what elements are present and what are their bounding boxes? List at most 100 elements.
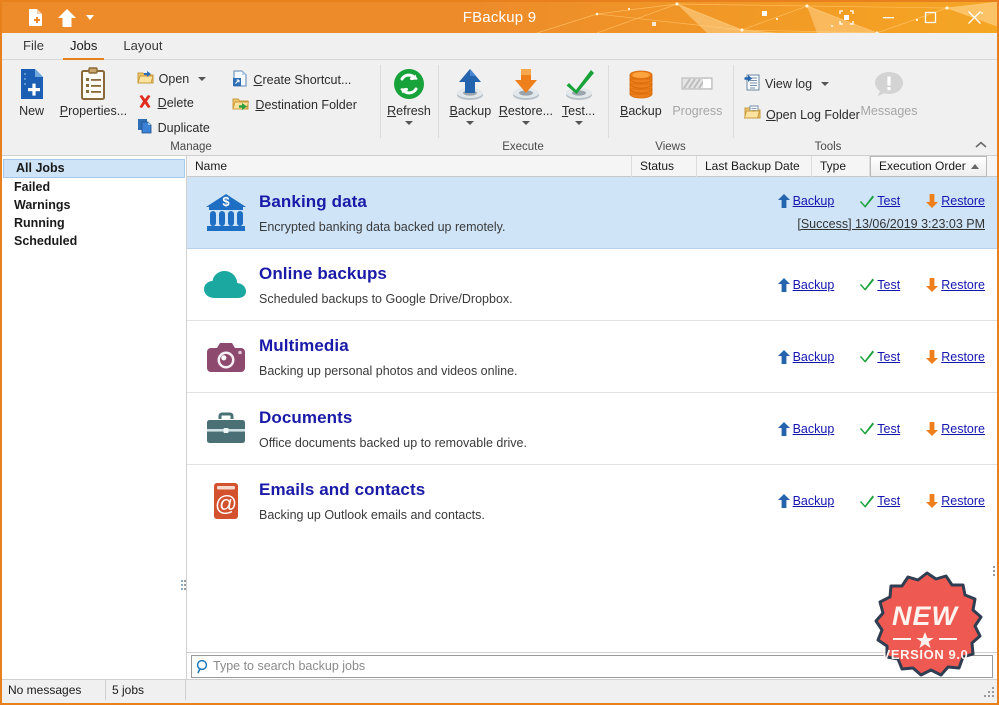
close-icon[interactable] <box>951 2 997 33</box>
main-area: All Jobs Failed Warnings Running Schedul… <box>2 155 997 679</box>
chevron-down-icon[interactable] <box>466 121 475 125</box>
job-restore-action[interactable]: Restore <box>926 277 985 292</box>
chevron-down-icon[interactable] <box>521 121 530 125</box>
job-test-action[interactable]: Test <box>860 422 900 436</box>
new-button[interactable]: New <box>8 64 55 118</box>
ribbon: New Properties... Open Delete Duplicate … <box>2 60 997 156</box>
job-restore-label: Restore <box>941 349 985 364</box>
expand-icon[interactable] <box>825 2 867 33</box>
job-text: Online backups Scheduled backups to Goog… <box>255 263 727 307</box>
check-icon <box>860 350 875 363</box>
column-header-last-backup-date[interactable]: Last Backup Date <box>697 155 812 177</box>
chevron-down-icon[interactable] <box>574 121 583 125</box>
job-description: Encrypted banking data backed up remotel… <box>259 219 506 234</box>
up-arrow-icon <box>777 349 790 364</box>
views-progress-label: Progress <box>672 104 723 118</box>
properties-button-label: Properties... <box>59 104 128 118</box>
job-last-backup[interactable]: [Success] 13/06/2019 3:23:03 PM <box>727 217 985 231</box>
job-title[interactable]: Banking data <box>259 191 727 213</box>
tab-file[interactable]: File <box>10 33 57 59</box>
job-description: Backing up Outlook emails and contacts. <box>259 508 485 522</box>
job-restore-action[interactable]: Restore <box>926 494 985 508</box>
messages-button[interactable]: Messages <box>861 64 918 118</box>
job-restore-action[interactable]: Restore <box>926 194 985 208</box>
properties-button[interactable]: Properties... <box>55 64 131 118</box>
refresh-button[interactable]: Refresh <box>386 64 432 125</box>
job-restore-action[interactable]: Restore <box>926 349 985 364</box>
create-shortcut-button[interactable]: Create Shortcut... <box>227 68 374 92</box>
briefcase-icon <box>197 411 255 447</box>
open-button-label: Open <box>158 72 190 86</box>
job-backup-action[interactable]: Backup <box>777 494 834 508</box>
views-backup-button[interactable]: Backup <box>614 64 668 118</box>
job-test-label: Test <box>877 277 901 292</box>
sidebar-splitter[interactable] <box>181 574 193 596</box>
job-last-backup-label: [Success] 13/06/2019 3:23:03 PM <box>797 217 985 231</box>
maximize-icon[interactable] <box>909 2 951 33</box>
job-test-action[interactable]: Test <box>860 278 900 292</box>
view-log-button[interactable]: View log <box>739 72 861 96</box>
sidebar-item-scheduled[interactable]: Scheduled <box>2 232 186 250</box>
chevron-down-icon[interactable] <box>821 82 830 86</box>
views-progress-button[interactable]: Progress <box>668 64 727 118</box>
table-row[interactable]: @ Emails and contacts Backing up Outlook… <box>187 465 997 537</box>
job-title[interactable]: Emails and contacts <box>259 479 727 501</box>
down-arrow-icon <box>926 494 939 508</box>
destination-folder-button[interactable]: Destination Folder <box>227 94 374 116</box>
job-backup-action[interactable]: Backup <box>777 349 834 364</box>
restore-button[interactable]: Restore... <box>497 64 555 125</box>
job-test-action[interactable]: Test <box>860 494 900 508</box>
table-row[interactable]: Documents Office documents backed up to … <box>187 393 997 465</box>
job-backup-action[interactable]: Backup <box>777 421 834 436</box>
cloud-icon <box>197 268 255 302</box>
tab-jobs[interactable]: Jobs <box>57 33 110 60</box>
column-header-type[interactable]: Type <box>812 155 870 177</box>
table-row[interactable]: Online backups Scheduled backups to Goog… <box>187 249 997 321</box>
job-title[interactable]: Online backups <box>259 263 727 285</box>
sidebar-item-failed[interactable]: Failed <box>2 178 186 196</box>
chevron-down-icon[interactable] <box>405 121 413 125</box>
job-title[interactable]: Multimedia <box>259 335 727 357</box>
search-input[interactable]: Type to search backup jobs <box>191 654 993 678</box>
table-row[interactable]: Multimedia Backing up personal photos an… <box>187 321 997 393</box>
right-splitter[interactable] <box>993 566 995 576</box>
job-backup-action[interactable]: Backup <box>777 194 834 208</box>
column-header-status[interactable]: Status <box>632 155 697 177</box>
job-restore-action[interactable]: Restore <box>926 421 985 436</box>
down-arrow-icon <box>926 194 939 208</box>
column-header-name[interactable]: Name <box>187 155 632 177</box>
ribbon-group-execute: Backup Restore... Test... Execute <box>438 60 608 156</box>
chevron-down-icon[interactable] <box>198 77 207 81</box>
search-bar: Type to search backup jobs <box>187 652 997 679</box>
delete-button[interactable]: Delete <box>132 92 228 114</box>
messages-icon <box>872 67 906 101</box>
job-test-action[interactable]: Test <box>860 194 900 208</box>
collapse-ribbon-button[interactable] <box>973 137 989 153</box>
table-row[interactable]: $ Banking data Encrypted banking data ba… <box>187 177 997 249</box>
fbackup-window: FBackup 9 File Jobs Layout New Propertie… <box>0 0 999 705</box>
create-shortcut-label: Create Shortcut... <box>253 73 352 87</box>
column-header-execution-order[interactable]: Execution Order <box>870 155 987 177</box>
job-text: Banking data Encrypted banking data back… <box>255 191 727 235</box>
test-button[interactable]: Test... <box>555 64 602 125</box>
open-log-folder-button[interactable]: Open Log Folder <box>739 103 861 126</box>
job-list[interactable]: $ Banking data Encrypted banking data ba… <box>187 177 997 652</box>
sidebar-item-running[interactable]: Running <box>2 214 186 232</box>
destination-folder-icon <box>232 96 250 114</box>
bank-icon: $ <box>197 192 255 234</box>
manage-small-col-1: Open Delete Duplicate <box>132 64 228 139</box>
sidebar-item-warnings[interactable]: Warnings <box>2 196 186 214</box>
duplicate-button[interactable]: Duplicate <box>132 116 228 139</box>
job-test-action[interactable]: Test <box>860 350 900 364</box>
open-button[interactable]: Open <box>132 68 228 90</box>
backup-button[interactable]: Backup <box>444 64 497 125</box>
resize-grip[interactable] <box>984 687 994 697</box>
sidebar-item-all-jobs[interactable]: All Jobs <box>3 159 185 178</box>
job-title[interactable]: Documents <box>259 407 727 429</box>
tab-layout[interactable]: Layout <box>110 33 175 59</box>
job-text: Multimedia Backing up personal photos an… <box>255 335 727 379</box>
new-button-label: New <box>19 104 45 118</box>
minimize-icon[interactable] <box>867 2 909 33</box>
open-log-folder-icon <box>743 105 761 124</box>
job-backup-action[interactable]: Backup <box>777 277 834 292</box>
